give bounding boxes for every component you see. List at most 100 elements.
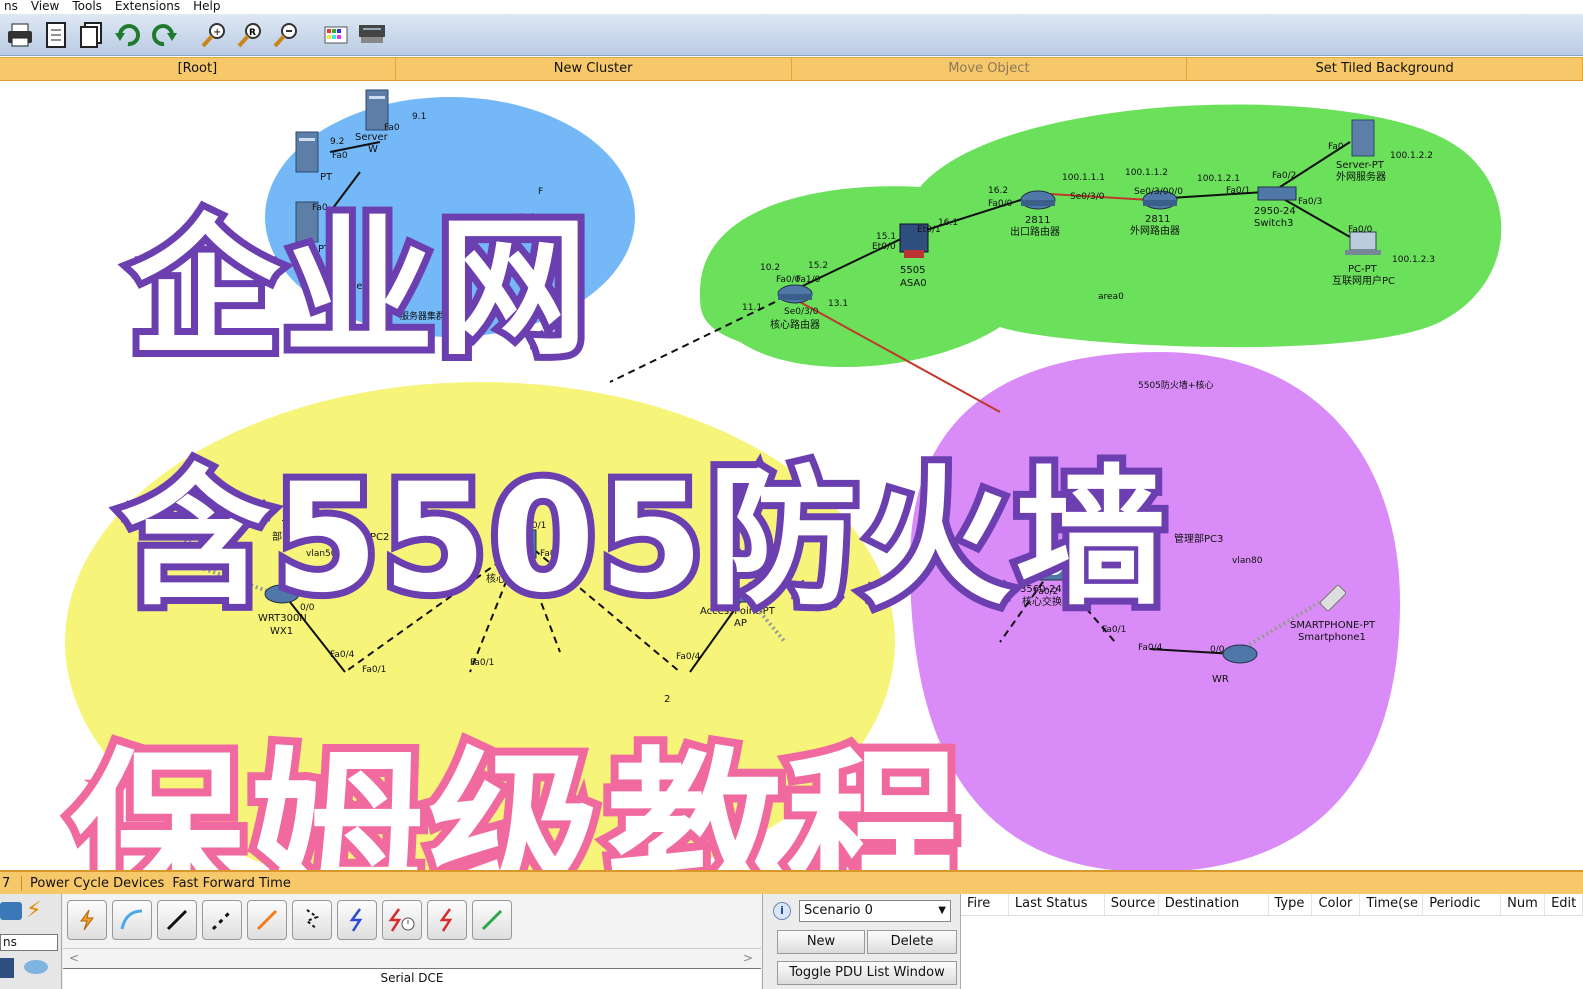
ext-user-pc[interactable]: [1345, 231, 1381, 255]
menu-view[interactable]: View: [27, 0, 68, 14]
col-type[interactable]: Type: [1269, 894, 1313, 915]
straight-through-cable-icon[interactable]: [157, 900, 197, 940]
logical-workspace[interactable]: 9.1 9.2 9.3 Fa0 Fa0 Fa0 F Server W PT PT…: [0, 82, 1583, 870]
svg-text:外网服务器: 外网服务器: [1336, 170, 1386, 183]
svg-text:vlan80: vlan80: [1232, 556, 1263, 566]
undo-icon[interactable]: [112, 19, 144, 51]
menu-options[interactable]: ns: [0, 0, 27, 14]
svg-text:核心路由器: 核心路由器: [770, 318, 820, 331]
svg-text:PC-PT: PC-PT: [1348, 264, 1378, 275]
device-icon-a[interactable]: [0, 958, 14, 978]
col-source[interactable]: Source: [1105, 894, 1159, 915]
zoom-in-icon[interactable]: +: [198, 19, 230, 51]
svg-text:Se0/3/0: Se0/3/0: [784, 307, 819, 317]
pdu-table-header: Fire Last Status Source Destination Type…: [961, 894, 1583, 916]
svg-text:Fa0/0: Fa0/0: [1348, 225, 1373, 235]
console-cable-icon[interactable]: [112, 900, 152, 940]
svg-text:Fa0/1: Fa0/1: [362, 665, 386, 675]
info-icon[interactable]: i: [773, 902, 791, 920]
menu-tools[interactable]: Tools: [68, 0, 111, 14]
activity-wizard-icon[interactable]: [40, 19, 72, 51]
chevron-down-icon: ▼: [938, 905, 946, 916]
svg-text:Fa0/1: Fa0/1: [1226, 186, 1250, 196]
serial-dte-cable-icon[interactable]: [427, 900, 467, 940]
scenario-selected: Scenario 0: [804, 903, 873, 918]
svg-text:Server-PT: Server-PT: [1336, 160, 1385, 171]
fiber-cable-icon[interactable]: [247, 900, 287, 940]
svg-text:Fa0: Fa0: [1328, 142, 1344, 152]
svg-text:5505防火墙+核心: 5505防火墙+核心: [1138, 379, 1213, 391]
wireless-router-right[interactable]: [1222, 644, 1258, 664]
col-fire[interactable]: Fire: [961, 894, 1009, 915]
svg-text:Se0/3/00/0: Se0/3/00/0: [1134, 187, 1183, 197]
auto-connection-icon[interactable]: [67, 900, 107, 940]
svg-text:Fa0/4: Fa0/4: [1138, 643, 1163, 653]
pdu-icon[interactable]: [76, 19, 108, 51]
new-scenario-button[interactable]: New: [777, 930, 865, 954]
print-icon[interactable]: [4, 19, 36, 51]
delete-scenario-button[interactable]: Delete: [867, 930, 957, 954]
svg-text:Fa1/0: Fa1/0: [796, 275, 821, 285]
wireless-devices-icon[interactable]: [0, 902, 22, 920]
server-left[interactable]: [295, 131, 319, 173]
col-time[interactable]: Time(se: [1360, 894, 1424, 915]
svg-text:Fa0/3: Fa0/3: [1298, 197, 1322, 207]
logical-workspace-bar: [Root] New Cluster Move Object Set Tiled…: [0, 57, 1583, 81]
zoom-reset-icon[interactable]: R: [234, 19, 266, 51]
fast-forward-button[interactable]: Fast Forward Time: [164, 876, 290, 891]
svg-text:15.1: 15.1: [876, 232, 896, 242]
serial-dce-cable-icon[interactable]: [382, 900, 422, 940]
col-periodic[interactable]: Periodic: [1423, 894, 1502, 915]
palette-icon[interactable]: [320, 19, 352, 51]
root-button[interactable]: [Root]: [0, 58, 396, 80]
main-toolbar: + R: [0, 14, 1583, 56]
scroll-right-icon[interactable]: >: [743, 949, 753, 967]
device-filter-field[interactable]: ns: [0, 934, 58, 951]
connections-icon[interactable]: ⚡: [26, 898, 41, 923]
new-cluster-button[interactable]: New Cluster: [396, 58, 792, 80]
svg-text:Et0/0: Et0/0: [872, 242, 896, 252]
menu-extensions[interactable]: Extensions: [111, 0, 189, 14]
connections-scrollbar[interactable]: < >: [63, 948, 761, 968]
svg-text:出口路由器: 出口路由器: [1010, 225, 1060, 238]
svg-text:2811: 2811: [1145, 214, 1170, 225]
col-color[interactable]: Color: [1312, 894, 1361, 915]
ext-server[interactable]: [1351, 119, 1375, 157]
zoom-out-icon[interactable]: [270, 19, 302, 51]
svg-text:16.1: 16.1: [938, 218, 958, 228]
overlay-title-line3: 保姆级教程: [62, 725, 969, 870]
col-destination[interactable]: Destination: [1159, 894, 1269, 915]
svg-text:15.2: 15.2: [808, 261, 828, 271]
svg-text:100.1.1.1: 100.1.1.1: [1062, 173, 1105, 183]
svg-text:Smartphone1: Smartphone1: [1298, 632, 1366, 643]
set-tiled-background-button[interactable]: Set Tiled Background: [1187, 58, 1583, 80]
col-last-status[interactable]: Last Status: [1009, 894, 1105, 915]
custom-device-icon[interactable]: [356, 19, 388, 51]
svg-text:Se0/3/0: Se0/3/0: [1070, 192, 1105, 202]
svg-text:100.1.1.2: 100.1.1.2: [1125, 168, 1168, 178]
octal-cable-icon[interactable]: [472, 900, 512, 940]
move-object-button[interactable]: Move Object: [792, 58, 1188, 80]
coaxial-cable-icon[interactable]: [337, 900, 377, 940]
router-exit[interactable]: [1020, 190, 1056, 210]
svg-text:互联网用户PC: 互联网用户PC: [1332, 274, 1395, 287]
switch3[interactable]: [1257, 186, 1297, 201]
scroll-left-icon[interactable]: <: [69, 951, 79, 965]
overlay-title-line2: 含5505防火墙: [113, 445, 1172, 633]
menu-help[interactable]: Help: [189, 0, 229, 14]
device-icon-b[interactable]: [24, 960, 48, 974]
power-cycle-button[interactable]: Power Cycle Devices: [22, 876, 164, 891]
svg-text:9.2: 9.2: [330, 137, 344, 147]
toggle-pdu-list-button[interactable]: Toggle PDU List Window: [777, 961, 957, 985]
connections-panel: < > Serial DCE: [63, 894, 763, 989]
col-edit[interactable]: Edit: [1545, 894, 1583, 915]
col-num[interactable]: Num: [1501, 894, 1546, 915]
svg-text:2950-24: 2950-24: [1254, 206, 1296, 217]
svg-text:10.2: 10.2: [760, 263, 780, 273]
phone-cable-icon[interactable]: [292, 900, 332, 940]
svg-text:100.1.2.2: 100.1.2.2: [1390, 151, 1433, 161]
core-router[interactable]: [777, 284, 813, 304]
crossover-cable-icon[interactable]: [202, 900, 242, 940]
redo-icon[interactable]: [148, 19, 180, 51]
scenario-select[interactable]: Scenario 0 ▼: [799, 900, 951, 922]
